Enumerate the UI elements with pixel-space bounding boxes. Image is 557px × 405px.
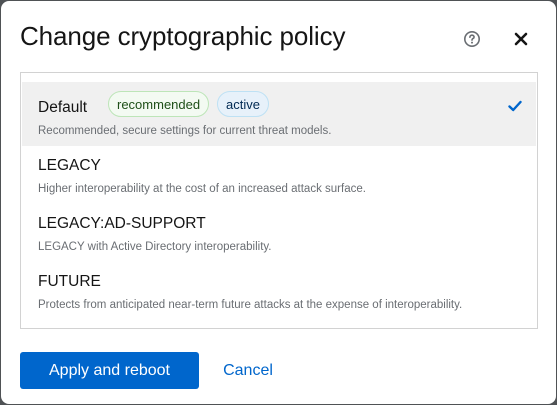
dialog-title: Change cryptographic policy: [20, 21, 346, 51]
policy-dialog: Change cryptographic policy Default reco…: [1, 1, 556, 404]
close-button[interactable]: [513, 31, 529, 47]
policy-name: LEGACY: [38, 157, 101, 174]
policy-option-default[interactable]: Default recommended active Recommended, …: [22, 82, 536, 146]
checkmark-icon: [508, 100, 522, 112]
active-label: active: [217, 91, 269, 117]
policy-option-legacy-ad-support[interactable]: LEGACY:AD-SUPPORT LEGACY with Active Dir…: [22, 198, 536, 262]
policy-name: Default: [38, 99, 88, 116]
policy-name: LEGACY:AD-SUPPORT: [38, 215, 206, 232]
policy-option-legacy[interactable]: LEGACY Higher interoperability at the co…: [22, 140, 536, 204]
policy-description: Higher interoperability at the cost of a…: [38, 183, 366, 195]
question-circle-icon: [464, 31, 480, 47]
policy-name: FUTURE: [38, 273, 101, 290]
help-button[interactable]: [463, 30, 481, 48]
policy-option-future[interactable]: FUTURE Protects from anticipated near-te…: [22, 256, 536, 320]
cancel-button[interactable]: Cancel: [208, 352, 288, 389]
close-icon: [514, 32, 528, 46]
policy-description: Protects from anticipated near-term futu…: [38, 299, 463, 311]
apply-and-reboot-button[interactable]: Apply and reboot: [20, 352, 199, 389]
policy-description: LEGACY with Active Directory interoperab…: [38, 241, 272, 253]
policy-list: Default recommended active Recommended, …: [20, 72, 538, 329]
policy-description: Recommended, secure settings for current…: [38, 125, 332, 137]
recommended-label: recommended: [108, 91, 210, 117]
